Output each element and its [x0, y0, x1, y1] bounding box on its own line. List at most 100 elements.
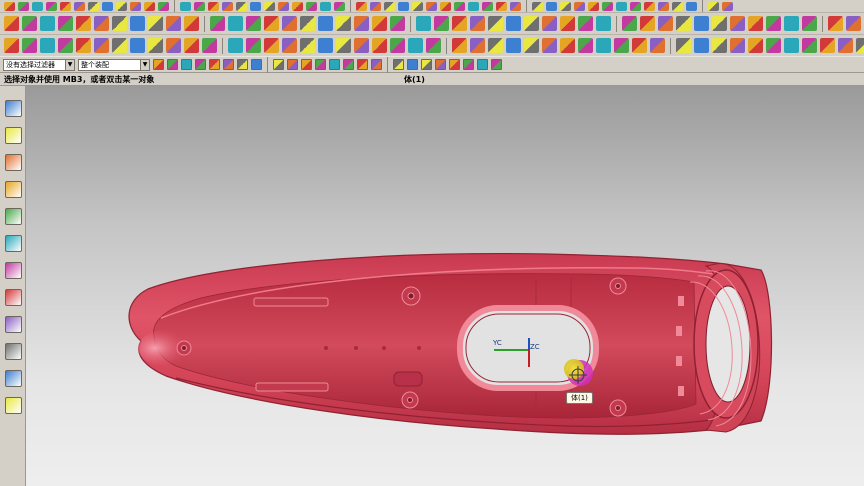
title-block-icon[interactable] — [712, 38, 727, 53]
dim-radius-icon[interactable] — [112, 38, 127, 53]
view-right-icon[interactable] — [318, 16, 333, 31]
face-icon[interactable] — [622, 16, 637, 31]
bottom-slot[interactable] — [255, 382, 329, 392]
part-navigator-icon[interactable] — [5, 100, 22, 117]
boss-icon[interactable] — [250, 1, 261, 11]
copy-icon[interactable] — [74, 1, 85, 11]
chevron-down-icon[interactable]: ▼ — [65, 59, 74, 70]
on-surface-icon[interactable] — [449, 59, 460, 70]
frame-icon[interactable] — [784, 38, 799, 53]
spline-icon[interactable] — [58, 16, 73, 31]
open-icon[interactable] — [18, 1, 29, 11]
reuse-library-icon[interactable] — [5, 181, 22, 198]
print-icon[interactable] — [46, 1, 57, 11]
dim-angle-icon[interactable] — [94, 38, 109, 53]
quick-pick-icon[interactable] — [209, 59, 220, 70]
snapshot-icon[interactable] — [722, 1, 733, 11]
wireframe-icon[interactable] — [616, 1, 627, 11]
lasso-icon[interactable] — [251, 59, 262, 70]
inner-cavity[interactable] — [153, 273, 697, 419]
view-broken-icon[interactable] — [578, 38, 593, 53]
shell-icon[interactable] — [320, 1, 331, 11]
texture-icon[interactable] — [524, 16, 539, 31]
save-icon[interactable] — [32, 1, 43, 11]
view-base-icon[interactable] — [506, 38, 521, 53]
datum-icon[interactable] — [730, 16, 745, 31]
text-icon[interactable] — [76, 16, 91, 31]
subtract-icon[interactable] — [482, 1, 493, 11]
dim-horizontal-icon[interactable] — [22, 38, 37, 53]
layer-icon[interactable] — [686, 1, 697, 11]
surface-icon[interactable] — [578, 16, 593, 31]
csys-icon[interactable] — [712, 16, 727, 31]
sweep-icon[interactable] — [130, 16, 145, 31]
view-iso-icon[interactable] — [336, 16, 351, 31]
surface-finish-icon[interactable] — [264, 38, 279, 53]
palette-icon[interactable] — [5, 397, 22, 414]
expression-icon[interactable] — [748, 16, 763, 31]
pocket-icon[interactable] — [264, 1, 275, 11]
offset-icon[interactable] — [426, 1, 437, 11]
new-icon[interactable] — [4, 1, 15, 11]
split-icon[interactable] — [398, 1, 409, 11]
chain-icon[interactable] — [202, 38, 217, 53]
assembly-navigator-icon[interactable] — [5, 127, 22, 144]
face-select-icon[interactable] — [301, 59, 312, 70]
replace-icon[interactable] — [510, 1, 521, 11]
web-browser-icon[interactable] — [5, 208, 22, 225]
feature-icon[interactable] — [273, 59, 284, 70]
control-point-icon[interactable] — [357, 59, 368, 70]
hidden-icon[interactable] — [416, 16, 431, 31]
rotate-icon[interactable] — [658, 1, 669, 11]
part-nav-icon[interactable] — [766, 16, 781, 31]
pad-icon[interactable] — [278, 1, 289, 11]
hash-icon[interactable] — [766, 38, 781, 53]
shade-icon[interactable] — [602, 1, 613, 11]
curve-select-icon[interactable] — [315, 59, 326, 70]
grid-icon[interactable] — [730, 38, 745, 53]
view-align-icon[interactable] — [614, 38, 629, 53]
edge-icon[interactable] — [640, 16, 655, 31]
intersect-icon[interactable] — [496, 1, 507, 11]
unite-icon[interactable] — [468, 1, 479, 11]
clip-icon[interactable] — [452, 16, 467, 31]
bracket-icon[interactable] — [838, 38, 853, 53]
history-icon[interactable] — [5, 235, 22, 252]
pattern-icon[interactable] — [184, 16, 199, 31]
fillet-icon[interactable] — [210, 16, 225, 31]
cone-icon[interactable] — [158, 1, 169, 11]
extract-icon[interactable] — [356, 1, 367, 11]
constraint-icon[interactable] — [802, 16, 817, 31]
shaded-icon[interactable] — [372, 16, 387, 31]
pan-icon[interactable] — [672, 1, 683, 11]
leader-icon[interactable] — [372, 38, 387, 53]
roles-icon[interactable] — [5, 316, 22, 333]
model-body[interactable] — [26, 86, 864, 486]
arc-center-icon[interactable] — [393, 59, 404, 70]
undo-icon[interactable] — [102, 1, 113, 11]
baseline-icon[interactable] — [184, 38, 199, 53]
datum-feature-icon[interactable] — [246, 38, 261, 53]
sphere-icon[interactable] — [180, 1, 191, 11]
analysis-icon[interactable] — [246, 16, 261, 31]
end-point-icon[interactable] — [329, 59, 340, 70]
fit-icon[interactable] — [630, 1, 641, 11]
cube-icon[interactable] — [130, 1, 141, 11]
char-icon[interactable] — [4, 38, 19, 53]
zoom-icon[interactable] — [644, 1, 655, 11]
redo-icon[interactable] — [116, 1, 127, 11]
shaded-edges-icon[interactable] — [354, 16, 369, 31]
graphics-window[interactable]: YC ZC 体(1) — [26, 86, 864, 486]
edge-blend-icon[interactable] — [208, 1, 219, 11]
delete-face-icon[interactable] — [574, 1, 585, 11]
hole-icon[interactable] — [236, 1, 247, 11]
select-type-icon[interactable] — [181, 59, 192, 70]
cylinder-icon[interactable] — [144, 1, 155, 11]
gdt-icon[interactable] — [228, 38, 243, 53]
loft-icon[interactable] — [148, 16, 163, 31]
dim-vertical-icon[interactable] — [40, 38, 55, 53]
move-face-icon[interactable] — [532, 1, 543, 11]
view-icon[interactable] — [708, 1, 719, 11]
box-icon[interactable] — [820, 38, 835, 53]
sheet-icon[interactable] — [676, 38, 691, 53]
